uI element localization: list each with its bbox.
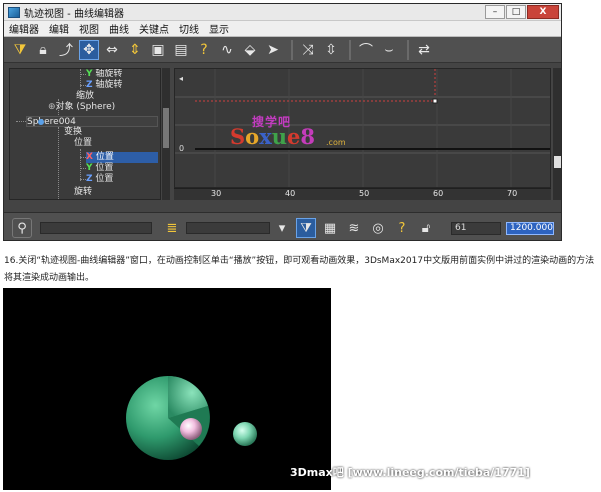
tree-connector [16,121,26,122]
current-frame-field[interactable]: 61 [451,222,501,235]
key-value-field[interactable]: 1200.000 [506,222,554,235]
curve-editor-toolbar: ⧩ 🔒︎ ⤴ ✥ ⇔ ⇕ ▣ ▤ ? ∿ ⬙ ➤ ⤨ ⇳ ⌒ ⌣ ⇄ [4,37,561,63]
step-caption: 16.关闭“轨迹视图-曲线编辑器”窗口，在动画控制区单击“播放”按钮，即可观看动… [4,256,595,283]
tree-item-y-rotation[interactable]: Y 轴旋转 [86,69,122,80]
ruler-label: 40 [285,189,296,198]
show-selected-icon[interactable]: ▦ [320,218,340,238]
tree-item-z-rotation[interactable]: Z 轴旋转 [86,80,122,91]
ruler-label: 60 [433,189,444,198]
nav-arrow-icon[interactable]: ◂ [179,74,183,83]
menu-bar: 编辑器 编辑 视图 曲线 关键点 切线 显示 [4,21,561,37]
ruler-label: 30 [211,189,222,198]
render-svg [126,376,257,460]
pink-ball [180,418,202,440]
tree-item-transform[interactable]: 变换 [64,127,82,138]
region-icon[interactable]: ▣ [148,40,168,60]
lock-icon[interactable]: 🔒︎ [33,40,53,60]
watermark-logo: Soxue8 [230,124,315,149]
track-view-window: 轨迹视图 - 曲线编辑器 – □ X 编辑器 编辑 视图 曲线 关键点 切线 显… [3,3,562,241]
add-key-icon[interactable]: ? [194,40,214,60]
tree-node-icon [38,119,44,125]
move-key-icon[interactable]: ✥ [79,39,99,60]
menu-view[interactable]: 视图 [79,21,99,36]
show-keyable-icon[interactable]: ⧩ [296,218,316,238]
status-text-field[interactable] [40,222,152,234]
minimize-button[interactable]: – [485,5,505,19]
tree-item-sphere004[interactable]: Sphere004 [26,116,158,127]
draw-curve-icon[interactable]: ∿ [217,40,237,60]
tree-item-z-position[interactable]: Z 位置 [86,174,113,185]
curve-scrollbar[interactable] [553,68,561,200]
tree-connector [58,127,59,199]
key-entry-icon[interactable]: ≣ [162,218,182,238]
snap-icon[interactable]: ⤴ [56,40,76,60]
tangent-icon[interactable]: ⤨ [298,40,318,60]
tree-item-rotation[interactable]: 旋转 [74,187,92,198]
window-title: 轨迹视图 - 曲线编辑器 [24,8,124,20]
window-buttons: – □ X [485,5,559,19]
title-bar: 轨迹视图 - 曲线编辑器 – □ X [4,4,561,21]
small-green-ball [233,422,257,446]
ease-icon[interactable]: ⇳ [321,40,341,60]
menu-tangents[interactable]: 切线 [179,21,199,36]
isolate-icon[interactable]: ◎ [368,218,388,238]
tree-item-object-sphere[interactable]: ⊕对象 (Sphere) [48,102,115,113]
tree-scrollbar-thumb[interactable] [163,108,169,148]
slide-icon[interactable]: ⇔ [102,40,122,60]
ruler-label: 70 [507,189,518,198]
ruler-label: 50 [359,189,370,198]
menu-keys[interactable]: 关键点 [139,21,169,36]
retime-icon[interactable]: ▤ [171,40,191,60]
tree-item-x-position[interactable]: X 位置 [86,152,158,163]
unify-tangent-icon[interactable]: ⌣ [379,40,399,60]
filter-icon[interactable]: ⧩ [10,40,30,60]
toolbar-separator [407,39,409,60]
render-output-image [3,288,331,490]
reduce-icon[interactable]: ⬙ [240,40,260,60]
close-button[interactable]: X [527,5,559,19]
key-point[interactable] [432,98,438,104]
scale-keys-icon[interactable]: ⇕ [125,40,145,60]
status-bar: ⚲ ≣ ▾ ⧩ ▦ ≋ ◎ ? 🔓︎ 61 1200.000 [4,212,561,240]
tree-item-position[interactable]: 位置 [74,138,92,149]
zoom-icon[interactable]: ⚲ [12,218,32,238]
render-watermark: 3Dmax吧 [www.lineeg.com/tieba/1771] [290,466,530,479]
y-axis-zero-label: 0 [179,144,185,153]
dropdown-arrow-icon[interactable]: ▾ [272,218,292,238]
time-ruler[interactable]: 30 40 50 60 70 [174,188,551,200]
break-tangent-icon[interactable]: ⌒ [356,40,376,60]
tree-item-scale[interactable]: 缩放 [76,91,94,102]
app-icon [8,6,20,18]
menu-edit[interactable]: 编辑 [49,21,69,36]
toolbar-separator [291,39,293,60]
layers-icon[interactable]: ≋ [344,218,364,238]
tree-scrollbar[interactable] [162,68,170,200]
question-icon[interactable]: ? [392,218,412,238]
curve-scrollbar-thumb[interactable] [554,156,561,168]
toolbar-separator [349,39,351,60]
select-icon[interactable]: ➤ [263,40,283,60]
menu-editor[interactable]: 编辑器 [9,21,39,36]
show-tangents-icon[interactable]: ⇄ [414,40,434,60]
maximize-button[interactable]: □ [506,5,526,19]
lock-selection-icon[interactable]: 🔓︎ [416,218,436,238]
tree-connector [80,149,81,181]
track-set-dropdown[interactable] [186,222,270,234]
controller-tree[interactable]: Y 轴旋转 Z 轴旋转 缩放 ⊕对象 (Sphere) Sphere004 变换… [9,68,161,200]
menu-curves[interactable]: 曲线 [109,21,129,36]
watermark-domain: .com [326,138,346,147]
menu-show[interactable]: 显示 [209,21,229,36]
tree-item-y-position[interactable]: Y 位置 [86,163,113,174]
